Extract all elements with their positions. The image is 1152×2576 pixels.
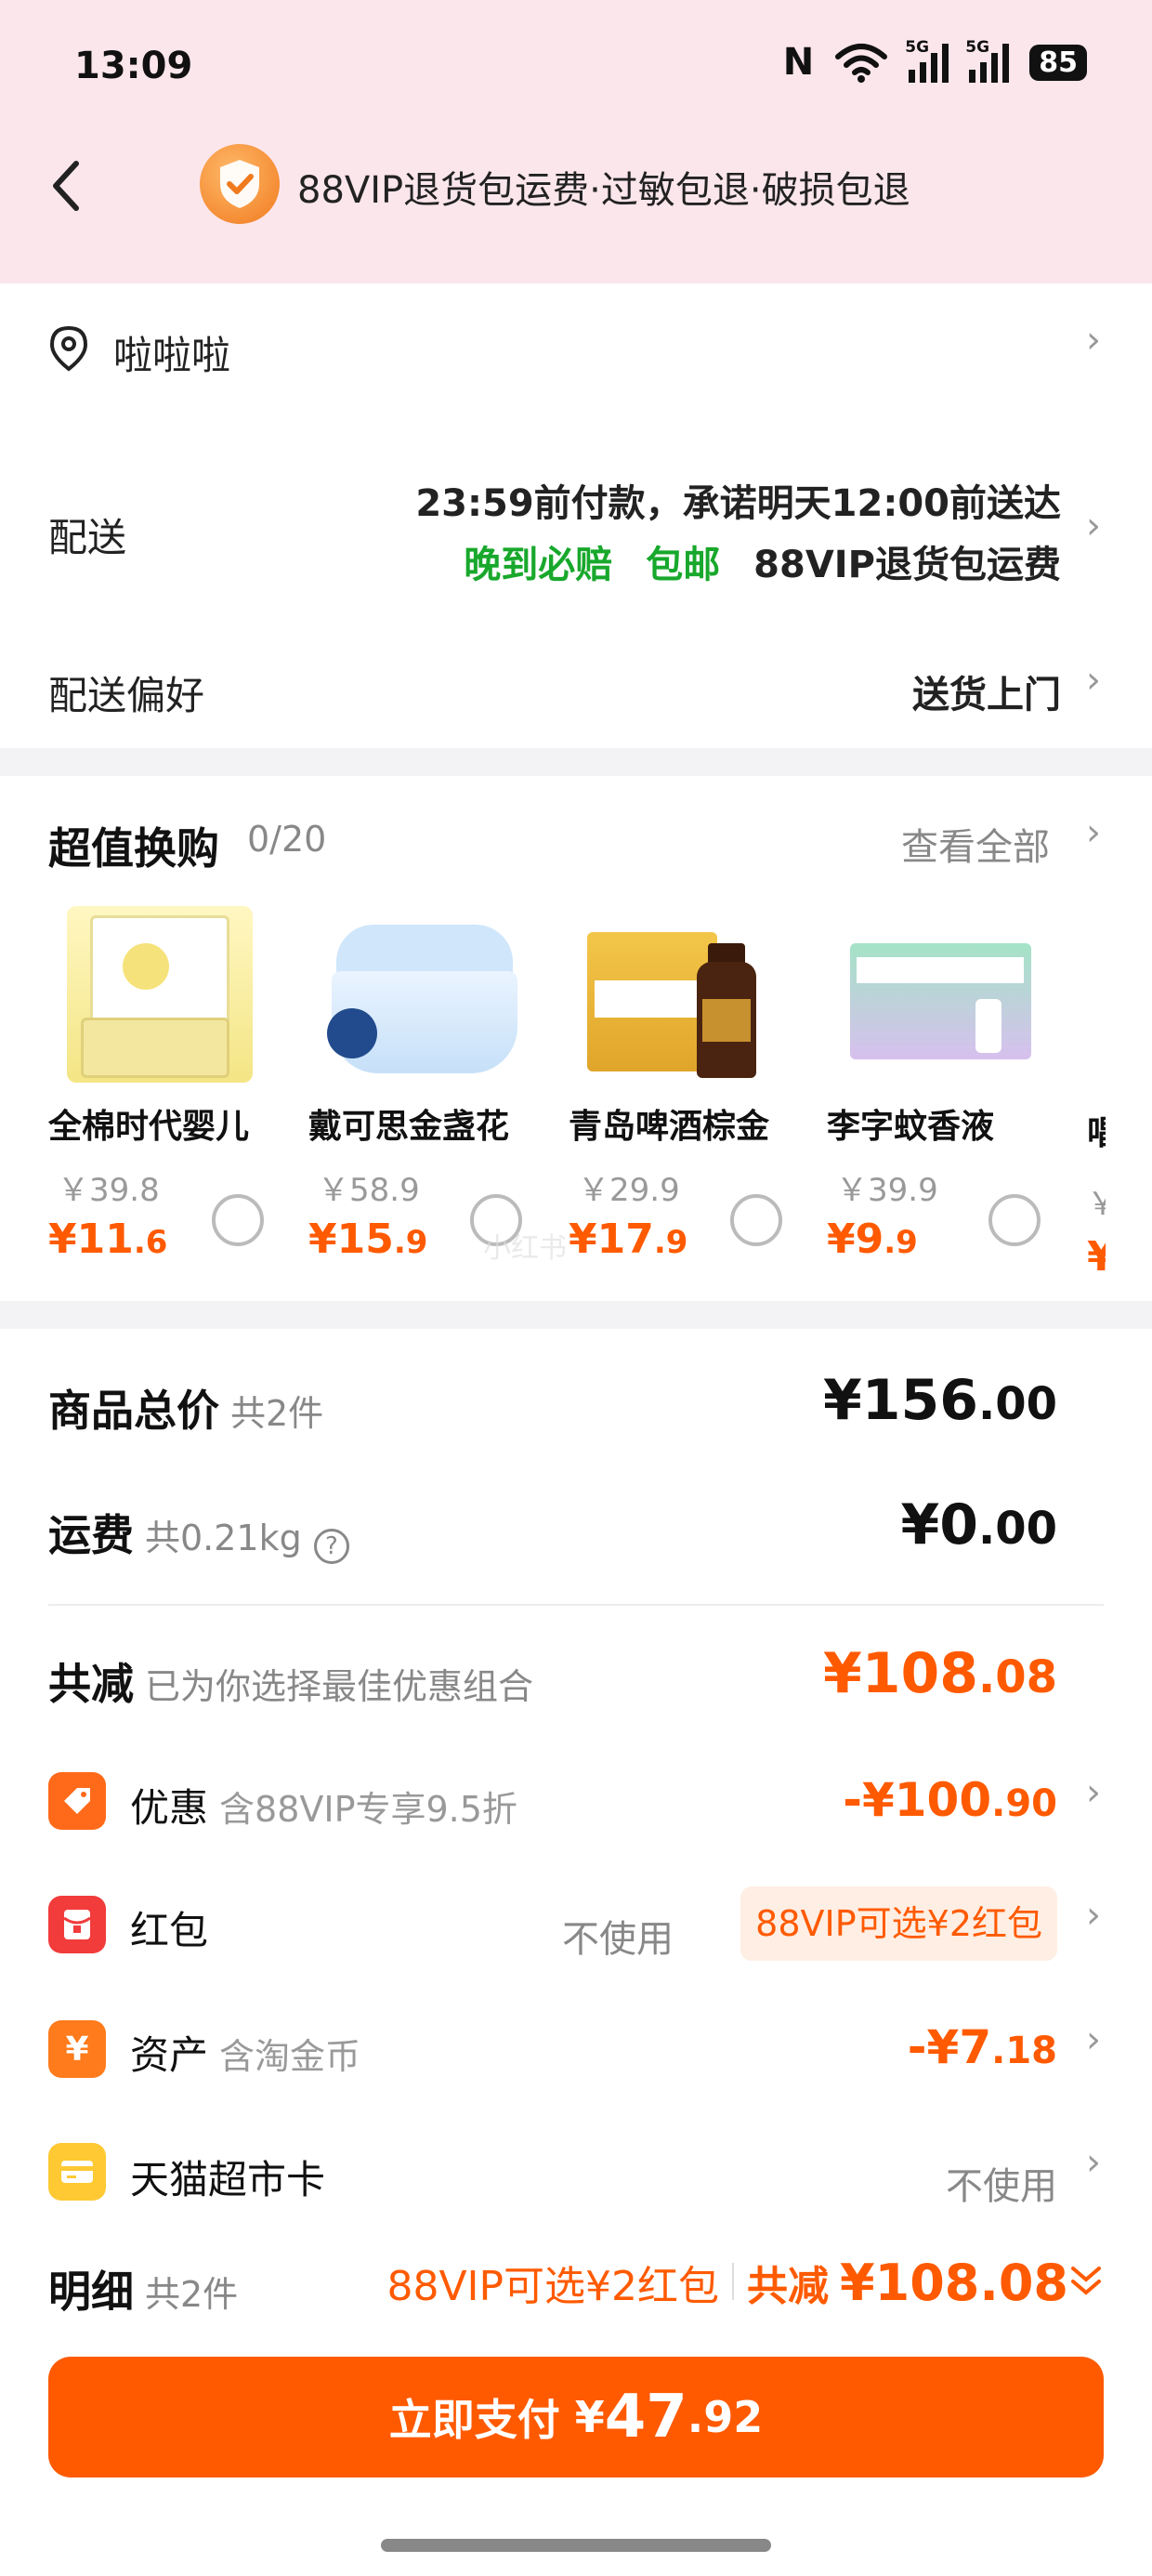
delivery-card: 啦啦啦 › 配送 23:59前付款，承诺明天12:00前送达 晚到必赔 包邮 8…: [0, 283, 1152, 748]
delivery-pref-label: 配送偏好: [48, 673, 205, 718]
tag-late-compensation: 晚到必赔: [464, 544, 613, 586]
red-packet-vip-tag[interactable]: 88VIP可选¥2红包: [740, 1886, 1057, 1961]
swap-select-radio[interactable]: [730, 1194, 782, 1246]
asset-amount: -¥7.18: [907, 2020, 1057, 2074]
reduce-label: 共减: [48, 1659, 134, 1709]
red-packet-chevron-icon[interactable]: ›: [1086, 1894, 1101, 1937]
wifi-icon: [835, 44, 888, 83]
coupon-label: 优惠: [130, 1785, 209, 1831]
reduce-total: ¥108.08: [822, 1641, 1057, 1706]
detail-row[interactable]: 明细 共2件: [48, 2258, 238, 2320]
header-bar: 13:09 N 5G 5G 85 88VIP退货包运费·过敏包退·破损包退: [0, 0, 1152, 283]
swap-item-name: 青岛啤酒棕金: [569, 1108, 770, 1146]
shipping-weight: 共0.21kg: [145, 1518, 302, 1558]
shipping-price: ¥0.00: [900, 1492, 1057, 1557]
shipping-label: 运费: [48, 1510, 134, 1560]
asset-row[interactable]: 资产 含淘金币: [130, 2024, 360, 2081]
supermarket-card-chevron-icon[interactable]: ›: [1086, 2141, 1101, 2184]
pay-currency: ¥: [574, 2392, 605, 2442]
double-chevron-down-icon[interactable]: [1068, 2263, 1104, 2304]
product-image-mosquito-liquid: [845, 906, 1031, 1083]
goods-count: 共2件: [230, 1393, 324, 1434]
goods-total-price: ¥156.00: [822, 1368, 1057, 1433]
swap-count: 0/20: [247, 819, 327, 860]
product-image-beer: [587, 906, 773, 1083]
detail-separator: [732, 2263, 735, 2300]
delivery-tags: 晚到必赔 包邮 88VIP退货包运费: [464, 534, 1061, 588]
supermarket-card-label: 天猫超市卡: [130, 2157, 326, 2202]
delivery-pref-chevron-icon[interactable]: ›: [1086, 659, 1101, 702]
product-image-cream: [327, 906, 517, 1083]
swap-item-partial[interactable]: 唱 ￥ ¥: [1087, 1106, 1106, 1281]
nfc-icon: N: [782, 41, 815, 84]
reduce-row: 共减 已为你选择最佳优惠组合: [48, 1650, 533, 1712]
pay-amount-dec: .92: [687, 2392, 764, 2442]
coupon-chevron-icon[interactable]: ›: [1086, 1771, 1101, 1814]
swap-item-name: 李字蚊香液: [827, 1108, 995, 1146]
question-circle-icon[interactable]: ?: [313, 1528, 349, 1564]
swap-title: 超值换购: [48, 823, 219, 874]
asset-chevron-icon[interactable]: ›: [1086, 2018, 1101, 2061]
header-title: 88VIP退货包运费·过敏包退·破损包退: [297, 169, 910, 212]
supermarket-card-value[interactable]: 不使用: [946, 2156, 1057, 2210]
tag-free-shipping: 包邮: [646, 544, 721, 586]
back-arrow-icon[interactable]: [46, 158, 84, 214]
swap-select-radio[interactable]: [988, 1194, 1041, 1246]
coupon-row[interactable]: 优惠 含88VIP专享9.5折: [130, 1777, 517, 1833]
divider: [48, 1604, 1104, 1606]
coupon-tag-icon: [48, 1772, 106, 1830]
view-all-link[interactable]: 查看全部: [901, 817, 1050, 871]
asset-label: 资产: [130, 2032, 209, 2078]
pay-amount-int: 47: [604, 2383, 687, 2451]
detail-reduce-label: 共减: [747, 2263, 830, 2310]
reduce-sub: 已为你选择最佳优惠组合: [145, 1666, 534, 1707]
red-packet-none[interactable]: 不使用: [562, 1909, 674, 1963]
swap-select-radio[interactable]: [212, 1194, 264, 1246]
delivery-promise: 23:59前付款，承诺明天12:00前送达: [415, 482, 1061, 525]
product-image-tissue: [67, 906, 253, 1083]
pay-now-button[interactable]: 立即支付 ¥ 47 .92: [48, 2357, 1104, 2477]
signal-icon-1: 5G: [905, 38, 949, 83]
location-pin-icon: [48, 324, 89, 376]
delivery-label: 配送: [48, 515, 127, 560]
swap-item-name: 全棉时代婴儿: [48, 1108, 250, 1146]
shield-check-icon: [200, 144, 280, 224]
yen-coin-icon: ¥: [48, 2020, 106, 2078]
detail-count: 共2件: [145, 2274, 239, 2315]
detail-vip-redpacket: 88VIP可选¥2红包: [386, 2263, 720, 2310]
home-indicator[interactable]: [381, 2539, 771, 2552]
red-packet-icon: [48, 1896, 106, 1953]
goods-total-label: 商品总价: [48, 1386, 219, 1436]
watermark: 小红书: [483, 1232, 567, 1265]
delivery-chevron-icon[interactable]: ›: [1086, 505, 1101, 547]
delivery-pref-value[interactable]: 送货上门: [912, 664, 1061, 718]
card-icon: [48, 2143, 106, 2201]
coupon-amount: -¥100.90: [843, 1773, 1057, 1827]
detail-reduce-value: ¥108.08: [840, 2254, 1068, 2312]
red-packet-label: 红包: [130, 1908, 209, 1953]
asset-sub: 含淘金币: [219, 2036, 361, 2077]
goods-total-row: 商品总价 共2件: [48, 1377, 323, 1439]
signal-icon-2: 5G: [965, 38, 1010, 83]
swap-item-name: 戴可思金盏花: [308, 1108, 510, 1146]
status-icons: N 5G 5G 85: [782, 38, 1087, 84]
tag-vip-return: 88VIP退货包运费: [753, 544, 1061, 586]
detail-summary[interactable]: 88VIP可选¥2红包 共减 ¥108.08: [386, 2253, 1068, 2312]
detail-label: 明细: [48, 2267, 134, 2317]
coupon-sub: 含88VIP专享9.5折: [219, 1789, 517, 1830]
pay-label: 立即支付: [388, 2395, 560, 2445]
address-name[interactable]: 啦啦啦: [113, 324, 230, 381]
address-chevron-icon[interactable]: ›: [1086, 319, 1101, 361]
battery-indicator: 85: [1029, 44, 1087, 81]
shipping-row: 运费 共0.21kg ?: [48, 1502, 349, 1564]
status-time: 13:09: [74, 45, 193, 87]
view-all-chevron-icon[interactable]: ›: [1086, 811, 1101, 854]
